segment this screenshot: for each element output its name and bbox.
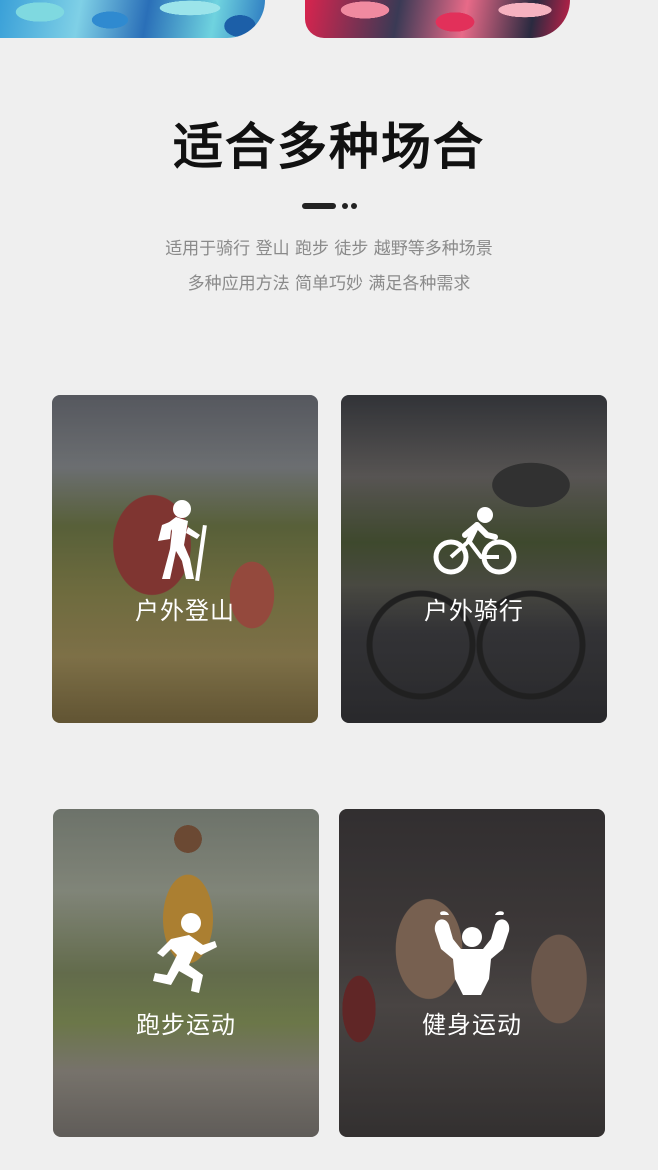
- card-running[interactable]: 跑步运动: [53, 809, 319, 1137]
- top-fabric-banner: [0, 0, 658, 40]
- fabric-sample-blue: [0, 0, 265, 38]
- subtitle-line-1: 适用于骑行 登山 跑步 徒步 越野等多种场景: [165, 239, 493, 259]
- card-fitness-label: 健身运动: [422, 1011, 522, 1039]
- card-cycling[interactable]: 户外骑行: [341, 395, 607, 723]
- card-hiking-label: 户外登山: [135, 597, 235, 625]
- hiking-icon: [140, 495, 230, 585]
- title-divider: [302, 203, 362, 209]
- card-hiking[interactable]: 户外登山: [52, 395, 318, 723]
- fabric-sample-red: [305, 0, 570, 38]
- running-icon: [141, 909, 231, 999]
- fitness-icon: [427, 909, 517, 999]
- card-running-label: 跑步运动: [136, 1011, 236, 1039]
- subtitle-line-2: 多种应用方法 简单巧妙 满足各种需求: [187, 274, 471, 294]
- card-fitness[interactable]: 健身运动: [339, 809, 605, 1137]
- cycling-icon: [429, 495, 519, 585]
- section-title: 适合多种场合: [173, 118, 485, 176]
- card-cycling-label: 户外骑行: [424, 597, 524, 625]
